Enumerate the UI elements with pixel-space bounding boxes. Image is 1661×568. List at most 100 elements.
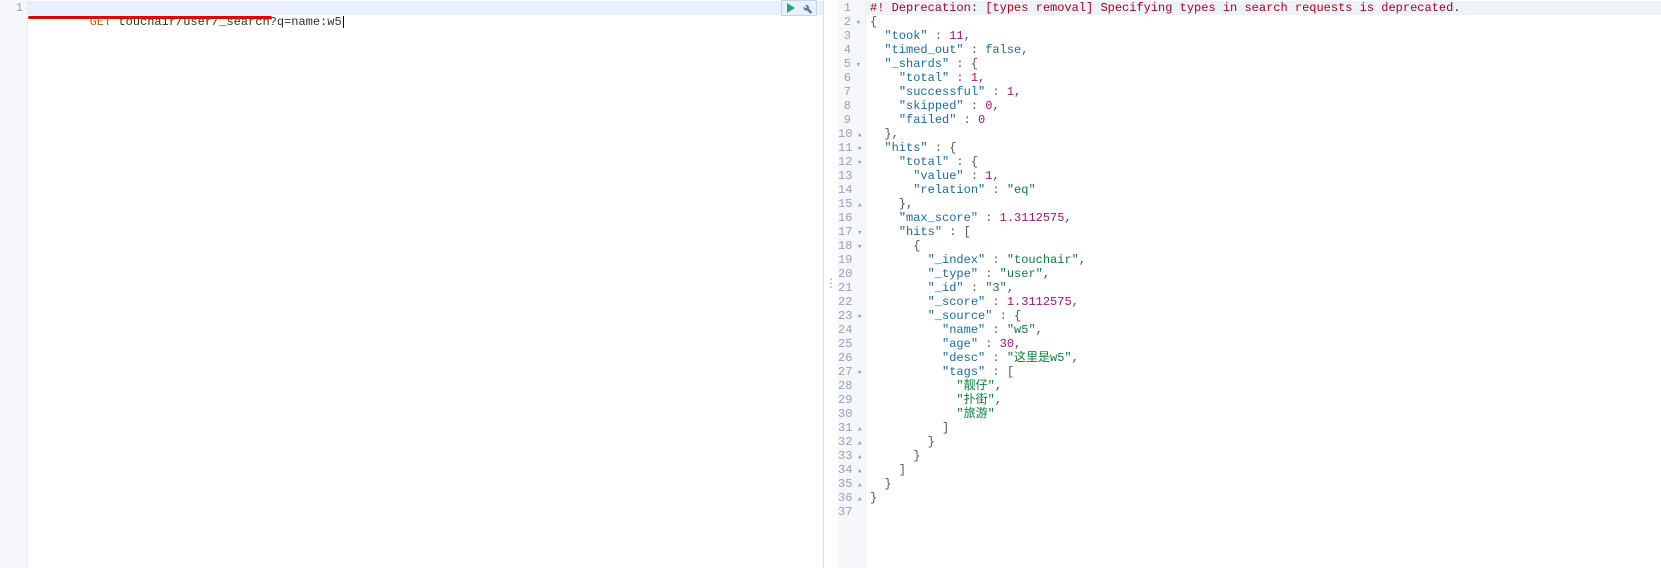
run-request-button[interactable] [784, 1, 798, 15]
fold-collapse-icon[interactable]: ▴ [854, 450, 862, 464]
code-token: : [985, 351, 1007, 365]
gutter-line-number: 32▴ [838, 435, 865, 449]
request-gutter: 1 [0, 0, 28, 568]
code-token: "value" [913, 169, 963, 183]
gutter-line-number: 7 [838, 85, 865, 99]
gutter-line-number: 36▴ [838, 491, 865, 505]
code-token: "_id" [928, 281, 964, 295]
code-token: }, [870, 127, 899, 141]
response-line: }, [870, 197, 1661, 211]
request-editor-pane[interactable]: 1 GET touchair/user/_search?q=name:w5 [0, 0, 824, 568]
gutter-line-number: 29 [838, 393, 865, 407]
text-cursor [343, 16, 344, 28]
gutter-line-number: 34▴ [838, 463, 865, 477]
response-line: "_index" : "touchair", [870, 253, 1661, 267]
code-token: "旅游" [956, 407, 994, 421]
code-token [870, 57, 884, 71]
code-token: "_type" [928, 267, 978, 281]
response-line: "_shards" : { [870, 57, 1661, 71]
gutter-line-number: 11▾ [838, 141, 865, 155]
gutter-line-number: 2▾ [838, 15, 865, 29]
fold-expand-icon[interactable]: ▾ [853, 58, 861, 72]
code-token: : [949, 71, 971, 85]
code-token: , [995, 393, 1002, 407]
fold-collapse-icon[interactable]: ▴ [854, 436, 862, 450]
fold-expand-icon[interactable]: ▾ [854, 226, 862, 240]
response-pane[interactable]: 12▾345▾678910▴11▾12▾131415▴1617▾18▾19202… [838, 0, 1661, 568]
code-token: , [1064, 211, 1071, 225]
gutter-line-number: 23▾ [838, 309, 865, 323]
response-line: "value" : 1, [870, 169, 1661, 183]
gutter-line-number: 27▾ [838, 365, 865, 379]
response-line: "relation" : "eq" [870, 183, 1661, 197]
pane-divider[interactable]: ⋮ [824, 0, 838, 568]
fold-expand-icon[interactable]: ▾ [854, 240, 862, 254]
wrench-icon [802, 3, 813, 14]
fold-expand-icon[interactable]: ▾ [853, 16, 861, 30]
wrench-button[interactable] [800, 1, 814, 15]
fold-collapse-icon[interactable]: ▴ [854, 128, 862, 142]
fold-collapse-icon[interactable]: ▴ [854, 422, 862, 436]
code-token: , [1072, 351, 1079, 365]
response-code-area[interactable]: #! Deprecation: [types removal] Specifyi… [870, 0, 1661, 519]
code-token: : { [949, 155, 978, 169]
code-token: "_source" [928, 309, 993, 323]
code-token: : [978, 337, 1000, 351]
code-token: , [1014, 337, 1021, 351]
response-line [870, 505, 1661, 519]
fold-expand-icon[interactable]: ▾ [854, 156, 862, 170]
code-token: "3" [985, 281, 1007, 295]
code-token [870, 211, 899, 225]
code-token: "total" [899, 155, 949, 169]
code-token [870, 309, 928, 323]
code-token [870, 393, 956, 407]
code-token: : [985, 323, 1007, 337]
code-token: { [870, 15, 877, 29]
code-token: , [1036, 323, 1043, 337]
fold-collapse-icon[interactable]: ▴ [854, 464, 862, 478]
code-token [870, 351, 942, 365]
response-line: "max_score" : 1.3112575, [870, 211, 1661, 225]
fold-collapse-icon[interactable]: ▴ [854, 492, 862, 506]
code-token: "hits" [884, 141, 927, 155]
code-token: : [956, 113, 978, 127]
code-token: "failed" [899, 113, 957, 127]
gutter-line-number: 21 [838, 281, 865, 295]
response-line: "desc" : "这里是w5", [870, 351, 1661, 365]
request-line: GET touchair/user/_search?q=name:w5 [32, 1, 824, 15]
code-token: , [992, 99, 999, 113]
gutter-line-number: 31▴ [838, 421, 865, 435]
drag-handle-icon: ⋮ [825, 277, 837, 291]
code-token: "扑街" [956, 393, 994, 407]
code-token: "_score" [928, 295, 986, 309]
response-line: "_score" : 1.3112575, [870, 295, 1661, 309]
fold-expand-icon[interactable]: ▾ [854, 142, 862, 156]
response-line: } [870, 477, 1661, 491]
gutter-line-number: 9 [838, 113, 865, 127]
code-token: : [964, 169, 986, 183]
code-token: , [1021, 43, 1028, 57]
code-token: "relation" [913, 183, 985, 197]
code-token: "skipped" [899, 99, 964, 113]
play-icon [786, 3, 796, 13]
code-token: } [870, 477, 892, 491]
code-token: ] [870, 463, 906, 477]
code-token [870, 337, 942, 351]
gutter-line-number: 13 [838, 169, 865, 183]
code-token: , [1043, 267, 1050, 281]
request-code-area[interactable]: GET touchair/user/_search?q=name:w5 [32, 0, 824, 15]
fold-collapse-icon[interactable]: ▴ [854, 198, 862, 212]
gutter-line-number: 22 [838, 295, 865, 309]
response-line: "skipped" : 0, [870, 99, 1661, 113]
code-token [870, 379, 956, 393]
code-token: 11 [949, 29, 963, 43]
fold-expand-icon[interactable]: ▾ [854, 310, 862, 324]
code-token [870, 365, 942, 379]
fold-expand-icon[interactable]: ▾ [854, 366, 862, 380]
fold-collapse-icon[interactable]: ▴ [854, 478, 862, 492]
code-token: , [1079, 253, 1086, 267]
gutter-line-number: 18▾ [838, 239, 865, 253]
response-line: "total" : { [870, 155, 1661, 169]
response-line: "hits" : { [870, 141, 1661, 155]
code-token: 1.3112575 [1007, 295, 1072, 309]
